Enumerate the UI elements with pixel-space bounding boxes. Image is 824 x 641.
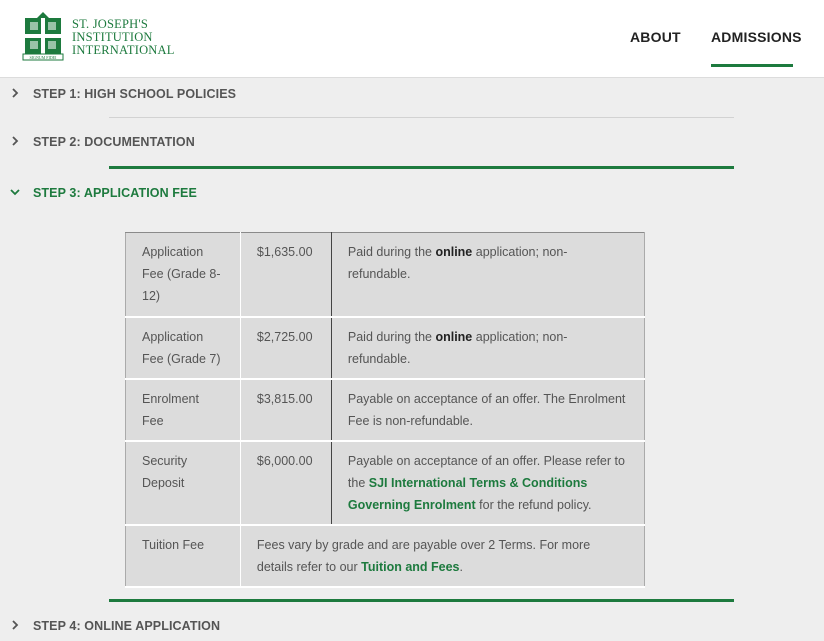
accordion-step-2[interactable]: STEP 2: DOCUMENTATION [0, 128, 625, 158]
accordion-step-3[interactable]: STEP 3: APPLICATION FEE [0, 179, 625, 209]
fee-name: Enrolment Fee [125, 378, 241, 441]
fee-description: Fees vary by grade and are payable over … [239, 524, 646, 587]
fee-name: Application Fee (Grade 8-12) [125, 232, 241, 317]
fee-amount: $3,815.00 [239, 378, 332, 441]
nav-admissions[interactable]: ADMISSIONS [711, 29, 802, 45]
accordion-step-2-label: STEP 2: DOCUMENTATION [33, 135, 195, 149]
fee-description: Payable on acceptance of an offer. The E… [330, 378, 646, 441]
fee-description: Paid during the online application; non-… [330, 232, 646, 317]
site-logo[interactable]: SIGNUM FIDEI ST. JOSEPH'S INSTITUTION IN… [22, 12, 182, 64]
logo-wordmark: ST. JOSEPH'S INSTITUTION INTERNATIONAL [72, 18, 175, 57]
accordion-active-divider [109, 599, 734, 602]
accordion-step-4[interactable]: STEP 4: ONLINE APPLICATION [0, 612, 625, 641]
crest-motto: SIGNUM FIDEI [30, 55, 58, 60]
nav-active-indicator [711, 64, 793, 67]
online-emphasis: online [435, 329, 473, 344]
fee-table: Application Fee (Grade 8-12) $1,635.00 P… [125, 232, 646, 588]
fee-name: Application Fee (Grade 7) [125, 316, 241, 379]
fee-name: Security Deposit [125, 440, 241, 525]
table-row: Application Fee (Grade 7) $2,725.00 Paid… [125, 316, 646, 379]
table-row: Tuition Fee Fees vary by grade and are p… [125, 524, 646, 587]
site-header: SIGNUM FIDEI ST. JOSEPH'S INSTITUTION IN… [0, 0, 824, 78]
fee-description: Paid during the online application; non-… [330, 316, 646, 379]
table-row: Enrolment Fee $3,815.00 Payable on accep… [125, 378, 646, 441]
chevron-right-icon [12, 136, 19, 146]
accordion-divider [109, 117, 734, 118]
accordion-step-4-label: STEP 4: ONLINE APPLICATION [33, 619, 221, 633]
fee-amount: $6,000.00 [239, 440, 332, 525]
accordion-active-divider [109, 166, 734, 169]
tuition-fees-link[interactable]: Tuition and Fees [361, 560, 459, 574]
chevron-right-icon [12, 88, 19, 98]
fee-name: Tuition Fee [125, 524, 241, 587]
chevron-right-icon [12, 620, 19, 630]
fee-amount: $1,635.00 [239, 232, 332, 317]
accordion-step-3-label: STEP 3: APPLICATION FEE [33, 186, 197, 200]
table-row: Application Fee (Grade 8-12) $1,635.00 P… [125, 232, 646, 317]
nav-about[interactable]: ABOUT [630, 29, 681, 45]
crest-icon: SIGNUM FIDEI [22, 12, 64, 61]
accordion-step-1[interactable]: STEP 1: HIGH SCHOOL POLICIES [0, 80, 625, 110]
fee-description: Payable on acceptance of an offer. Pleas… [330, 440, 646, 525]
table-row: Security Deposit $6,000.00 Payable on ac… [125, 440, 646, 525]
fee-amount: $2,725.00 [239, 316, 332, 379]
online-emphasis: online [435, 245, 473, 259]
logo-line-3: INTERNATIONAL [72, 43, 175, 57]
accordion-step-1-label: STEP 1: HIGH SCHOOL POLICIES [33, 87, 237, 101]
chevron-down-icon [10, 189, 20, 196]
